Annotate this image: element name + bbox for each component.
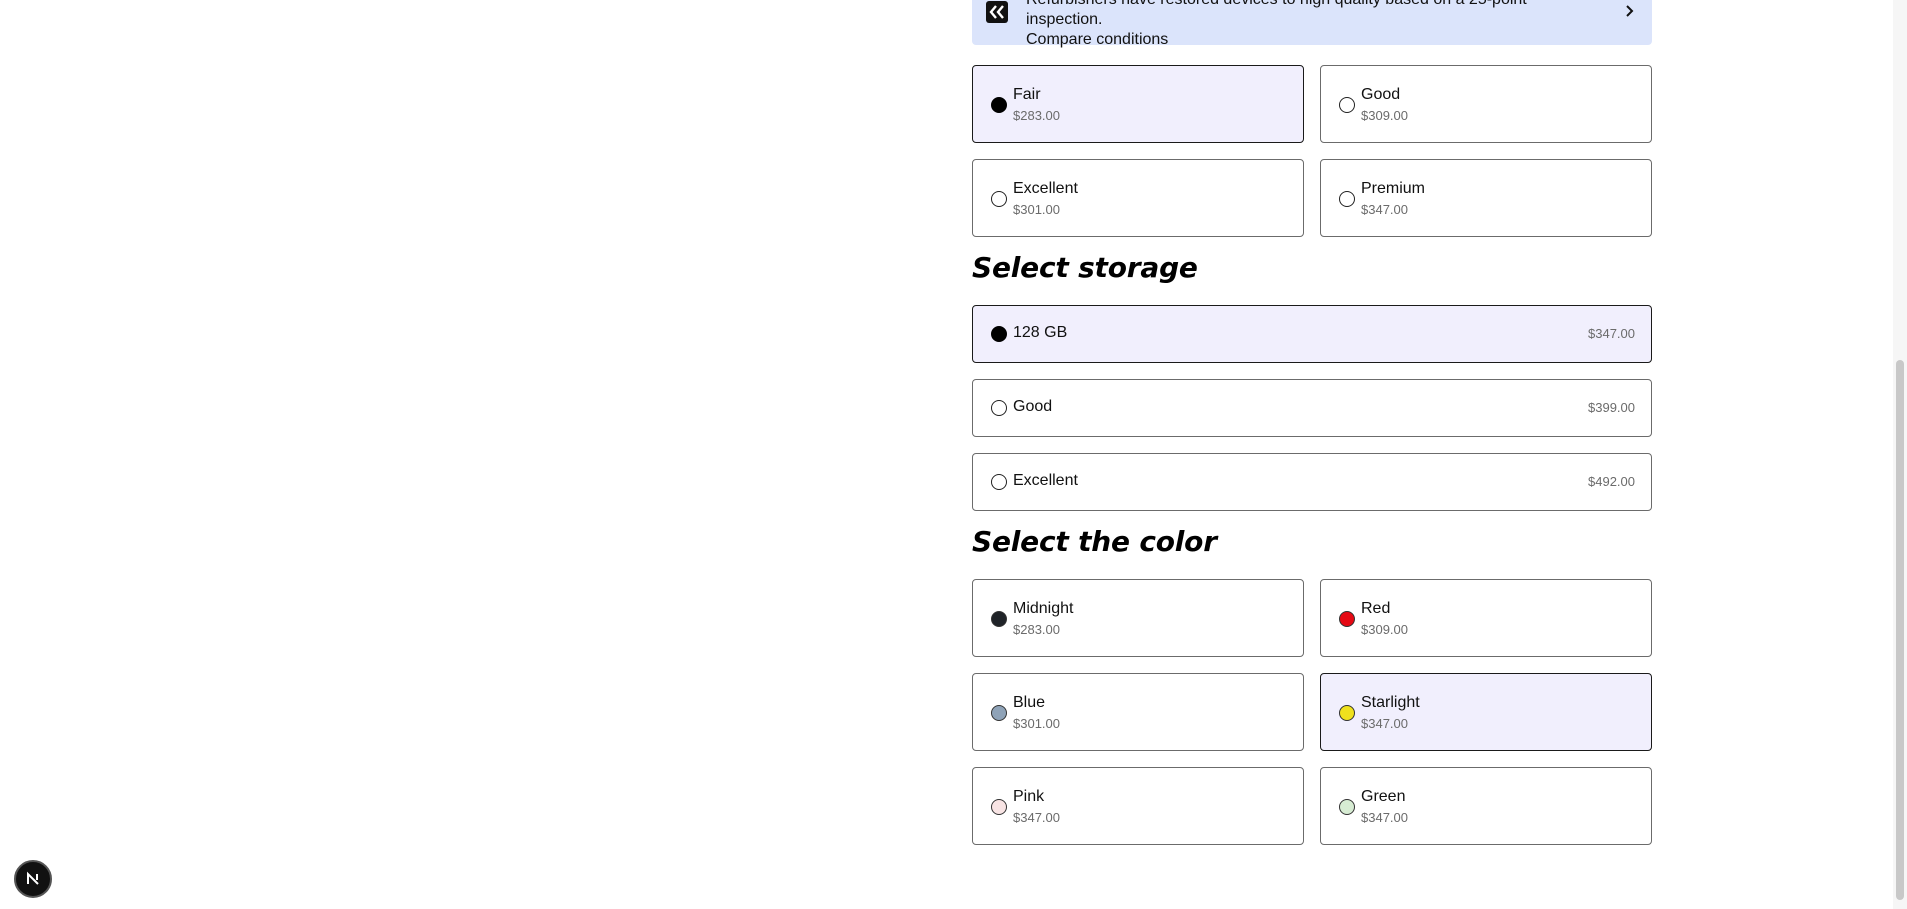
option-price: $492.00 bbox=[1588, 474, 1635, 489]
option-label: Red bbox=[1361, 600, 1391, 617]
radio-unselected bbox=[991, 400, 1007, 416]
color-swatch bbox=[1339, 611, 1355, 627]
option-label: Good bbox=[1361, 86, 1401, 103]
option-price: $283.00 bbox=[1013, 108, 1060, 123]
color-swatch bbox=[991, 611, 1007, 627]
color-option-midnight[interactable]: Midnight $283.00 bbox=[972, 579, 1304, 657]
radio-unselected bbox=[1339, 191, 1355, 207]
option-label: Good bbox=[1013, 398, 1053, 415]
option-price: $301.00 bbox=[1013, 716, 1060, 731]
option-label: Blue bbox=[1013, 694, 1046, 711]
n-logo-glyph bbox=[27, 871, 39, 885]
option-price: $309.00 bbox=[1361, 108, 1408, 123]
option-price: $347.00 bbox=[1361, 202, 1408, 217]
radio-unselected bbox=[991, 474, 1007, 490]
option-price: $347.00 bbox=[1013, 810, 1060, 825]
color-swatch bbox=[1339, 799, 1355, 815]
nextjs-logo-icon[interactable] bbox=[14, 860, 52, 898]
color-option-green[interactable]: Green $347.00 bbox=[1320, 767, 1652, 845]
double-chevron-left-icon bbox=[986, 1, 1008, 23]
condition-options: Fair $283.00 Good $309.00 Excellent $301… bbox=[972, 65, 1652, 237]
condition-option-premium[interactable]: Premium $347.00 bbox=[1320, 159, 1652, 237]
option-label: Starlight bbox=[1361, 694, 1420, 711]
option-price: $347.00 bbox=[1361, 810, 1408, 825]
storage-option-good[interactable]: Good $399.00 bbox=[972, 379, 1652, 437]
radio-selected bbox=[991, 326, 1007, 342]
color-section-title: Select the color bbox=[972, 525, 1217, 558]
condition-option-excellent[interactable]: Excellent $301.00 bbox=[972, 159, 1304, 237]
storage-option-excellent[interactable]: Excellent $492.00 bbox=[972, 453, 1652, 511]
storage-section-title: Select storage bbox=[972, 251, 1198, 284]
condition-option-fair[interactable]: Fair $283.00 bbox=[972, 65, 1304, 143]
scrollbar-thumb[interactable] bbox=[1896, 360, 1904, 900]
radio-unselected bbox=[1339, 97, 1355, 113]
option-price: $283.00 bbox=[1013, 622, 1060, 637]
color-options: Midnight $283.00 Red $309.00 Blue $301.0… bbox=[972, 579, 1652, 845]
color-option-pink[interactable]: Pink $347.00 bbox=[972, 767, 1304, 845]
color-option-starlight[interactable]: Starlight $347.00 bbox=[1320, 673, 1652, 751]
condition-option-good[interactable]: Good $309.00 bbox=[1320, 65, 1652, 143]
option-label: Premium bbox=[1361, 180, 1426, 197]
radio-selected bbox=[991, 97, 1007, 113]
option-label: Midnight bbox=[1013, 600, 1074, 617]
page-scrollbar[interactable] bbox=[1893, 0, 1907, 909]
color-swatch bbox=[991, 705, 1007, 721]
color-option-red[interactable]: Red $309.00 bbox=[1320, 579, 1652, 657]
storage-option-128gb[interactable]: 128 GB $347.00 bbox=[972, 305, 1652, 363]
conditions-banner[interactable]: Refurbishers have restored devices to hi… bbox=[972, 0, 1652, 48]
color-option-blue[interactable]: Blue $301.00 bbox=[972, 673, 1304, 751]
option-price: $301.00 bbox=[1013, 202, 1060, 217]
banner-text: Refurbishers have restored devices to hi… bbox=[1026, 0, 1606, 50]
option-label: Pink bbox=[1013, 788, 1045, 805]
option-price: $347.00 bbox=[1588, 326, 1635, 341]
color-swatch bbox=[991, 799, 1007, 815]
option-price: $399.00 bbox=[1588, 400, 1635, 415]
option-label: Fair bbox=[1013, 86, 1041, 103]
compare-conditions-link[interactable]: Compare conditions bbox=[1026, 30, 1606, 50]
color-swatch bbox=[1339, 705, 1355, 721]
chevron-right-icon bbox=[1624, 3, 1638, 19]
option-label: Green bbox=[1361, 788, 1406, 805]
option-label: 128 GB bbox=[1013, 324, 1068, 341]
banner-text-line1: Refurbishers have restored devices to hi… bbox=[1026, 0, 1527, 28]
option-price: $347.00 bbox=[1361, 716, 1408, 731]
radio-unselected bbox=[991, 191, 1007, 207]
option-price: $309.00 bbox=[1361, 622, 1408, 637]
option-label: Excellent bbox=[1013, 180, 1078, 197]
option-label: Excellent bbox=[1013, 472, 1078, 489]
